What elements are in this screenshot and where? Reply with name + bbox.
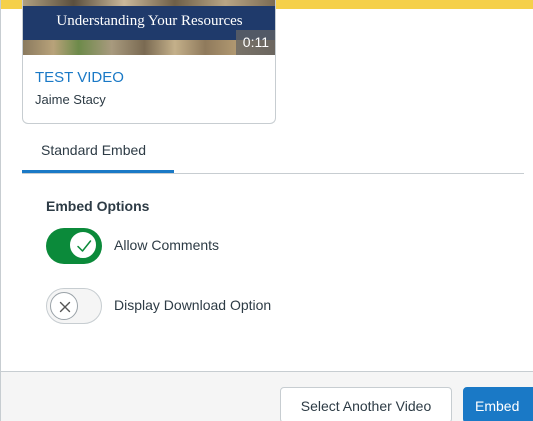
x-icon — [59, 301, 71, 313]
allow-comments-label: Allow Comments — [114, 237, 220, 253]
thumbnail-title: Understanding Your Resources — [56, 13, 243, 29]
video-duration: 0:11 — [235, 30, 275, 55]
allow-comments-row: Allow Comments — [46, 228, 446, 264]
embed-options-heading: Embed Options — [46, 198, 150, 214]
tab-bar: Standard Embed — [22, 130, 524, 174]
allow-comments-toggle[interactable] — [46, 228, 102, 264]
tab-label: Standard Embed — [41, 142, 147, 158]
display-download-toggle[interactable] — [46, 288, 102, 324]
embed-dialog: Understanding Your Resources 0:11 TEST V… — [0, 0, 533, 421]
checkmark-icon — [77, 240, 92, 252]
display-download-label: Display Download Option — [114, 297, 272, 313]
video-author: Jaime Stacy — [35, 92, 106, 107]
display-download-row: Display Download Option — [46, 288, 446, 324]
embed-button[interactable]: Embed — [463, 387, 533, 421]
select-another-video-button[interactable]: Select Another Video — [280, 387, 452, 421]
thumbnail-photo-top — [23, 0, 275, 6]
toggle-knob — [50, 292, 78, 320]
video-card[interactable]: Understanding Your Resources 0:11 TEST V… — [22, 0, 276, 124]
video-title[interactable]: TEST VIDEO — [35, 69, 124, 86]
tab-standard-embed[interactable]: Standard Embed — [22, 130, 174, 173]
toggle-knob — [69, 231, 97, 259]
video-thumbnail[interactable]: Understanding Your Resources 0:11 — [23, 0, 275, 55]
dialog-footer: Select Another Video Embed — [1, 371, 533, 421]
